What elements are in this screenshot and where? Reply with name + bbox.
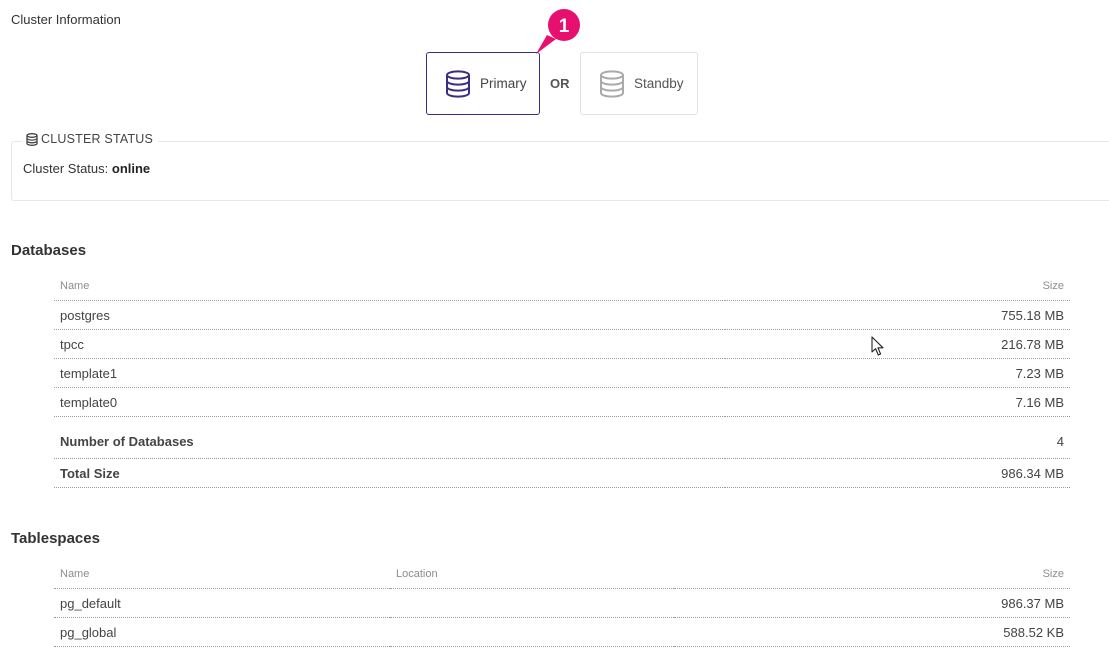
mouse-cursor-icon — [871, 336, 884, 356]
tablespace-location — [390, 588, 674, 618]
database-name: tpcc — [54, 329, 726, 359]
database-name: template0 — [54, 387, 726, 417]
tablespaces-title: Tablespaces — [11, 530, 100, 547]
primary-role-button[interactable]: Primary — [426, 52, 540, 115]
table-header-row: Name Size — [54, 272, 1070, 301]
callout-marker: 1 — [536, 9, 580, 54]
summary-label: Number of Databases — [54, 416, 726, 459]
cluster-status-label: Cluster Status: — [23, 161, 109, 176]
table-row: template1 7.23 MB — [54, 358, 1070, 388]
table-row: template0 7.16 MB — [54, 387, 1070, 417]
column-header-size: Size — [725, 272, 1070, 301]
cluster-status-panel — [11, 141, 1109, 201]
database-icon — [446, 69, 470, 98]
summary-label: Total Size — [54, 458, 726, 488]
table-row: tpcc 216.78 MB — [54, 329, 1070, 359]
database-icon — [26, 132, 38, 146]
tablespace-name: pg_default — [54, 588, 390, 618]
tablespace-size: 986.37 MB — [673, 588, 1070, 618]
database-size: 755.18 MB — [725, 300, 1070, 330]
table-row: pg_global 588.52 KB — [54, 617, 1070, 647]
tablespace-name: pg_global — [54, 617, 390, 647]
summary-row: Total Size 986.34 MB — [54, 458, 1070, 488]
table-header-row: Name Location Size — [54, 560, 1070, 589]
column-header-name: Name — [54, 560, 390, 589]
cluster-status-line: Cluster Status: online — [23, 161, 150, 176]
cluster-status-legend: CLUSTER STATUS — [22, 132, 159, 146]
summary-value: 986.34 MB — [725, 458, 1070, 488]
primary-role-label: Primary — [480, 76, 527, 91]
database-name: postgres — [54, 300, 726, 330]
database-icon — [600, 69, 624, 98]
summary-row: Number of Databases 4 — [54, 416, 1070, 459]
or-separator: OR — [550, 76, 570, 91]
cluster-status-legend-text: CLUSTER STATUS — [41, 132, 154, 146]
tablespace-size: 588.52 KB — [673, 617, 1070, 647]
database-size: 216.78 MB — [725, 329, 1070, 359]
cluster-status-value: online — [111, 161, 151, 176]
summary-value: 4 — [725, 416, 1070, 459]
standby-role-button[interactable]: Standby — [580, 52, 698, 115]
standby-role-label: Standby — [634, 76, 684, 91]
tablespaces-table: Name Location Size pg_default 986.37 MB … — [54, 560, 1070, 647]
table-row: pg_default 986.37 MB — [54, 588, 1070, 618]
databases-table: Name Size postgres 755.18 MB tpcc 216.78… — [54, 272, 1070, 488]
database-size: 7.23 MB — [725, 358, 1070, 388]
column-header-name: Name — [54, 272, 726, 301]
column-header-location: Location — [390, 560, 674, 589]
database-name: template1 — [54, 358, 726, 388]
table-row: postgres 755.18 MB — [54, 300, 1070, 330]
database-size: 7.16 MB — [725, 387, 1070, 417]
callout-number: 1 — [559, 16, 570, 37]
databases-title: Databases — [11, 242, 87, 259]
column-header-size: Size — [673, 560, 1070, 589]
tablespace-location — [390, 617, 674, 647]
page-title: Cluster Information — [11, 12, 121, 27]
